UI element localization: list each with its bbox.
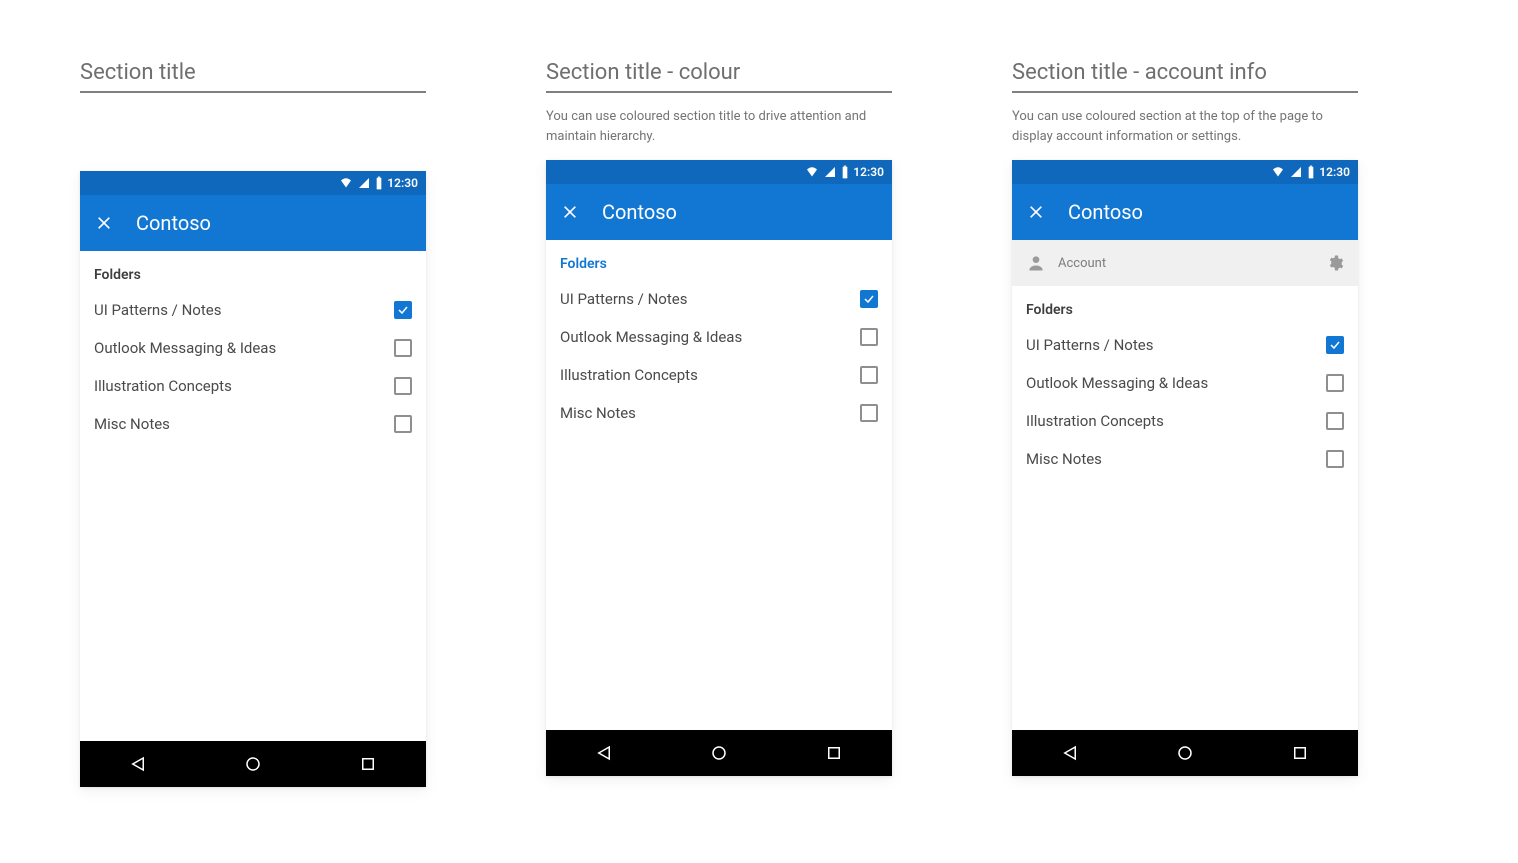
account-row[interactable]: Account bbox=[1012, 240, 1358, 286]
battery-icon bbox=[1307, 165, 1315, 179]
checkbox[interactable] bbox=[860, 290, 878, 308]
nav-home-icon[interactable] bbox=[710, 744, 728, 762]
checkbox[interactable] bbox=[394, 377, 412, 395]
folder-label: Outlook Messaging & Ideas bbox=[1026, 374, 1208, 392]
phone-body: Folders UI Patterns / Notes Outlook Mess… bbox=[546, 240, 892, 730]
status-time: 12:30 bbox=[1319, 165, 1350, 179]
section-header: Folders bbox=[80, 251, 426, 291]
folder-item[interactable]: UI Patterns / Notes bbox=[1012, 326, 1358, 364]
nav-home-icon[interactable] bbox=[1176, 744, 1194, 762]
signal-icon bbox=[1289, 166, 1303, 178]
app-bar: Contoso bbox=[1012, 184, 1358, 240]
close-icon[interactable] bbox=[562, 204, 578, 220]
android-navbar bbox=[546, 730, 892, 776]
folder-item[interactable]: Illustration Concepts bbox=[546, 356, 892, 394]
checkbox[interactable] bbox=[1326, 412, 1344, 430]
phone-mockup: 12:30 Contoso Folders UI Patterns / Note… bbox=[80, 171, 426, 787]
checkbox[interactable] bbox=[394, 339, 412, 357]
battery-icon bbox=[841, 165, 849, 179]
nav-home-icon[interactable] bbox=[244, 755, 262, 773]
checkbox[interactable] bbox=[394, 415, 412, 433]
folder-label: Misc Notes bbox=[94, 415, 170, 433]
app-bar: Contoso bbox=[80, 195, 426, 251]
folder-item[interactable]: Illustration Concepts bbox=[1012, 402, 1358, 440]
checkbox[interactable] bbox=[1326, 374, 1344, 392]
folder-label: Outlook Messaging & Ideas bbox=[94, 339, 276, 357]
app-bar: Contoso bbox=[546, 184, 892, 240]
wifi-icon bbox=[339, 177, 353, 189]
phone-body: Account Folders UI Patterns / Notes Outl… bbox=[1012, 240, 1358, 730]
person-icon bbox=[1026, 253, 1046, 273]
wifi-icon bbox=[1271, 166, 1285, 178]
app-title: Contoso bbox=[136, 211, 211, 235]
column-description: You can use coloured section at the top … bbox=[1012, 107, 1358, 146]
folder-label: Misc Notes bbox=[560, 404, 636, 422]
folder-label: Illustration Concepts bbox=[1026, 412, 1164, 430]
column-heading: Section title - colour bbox=[546, 60, 892, 93]
checkbox[interactable] bbox=[394, 301, 412, 319]
folder-item[interactable]: Outlook Messaging & Ideas bbox=[1012, 364, 1358, 402]
checkbox[interactable] bbox=[1326, 336, 1344, 354]
nav-recent-icon[interactable] bbox=[359, 755, 377, 773]
android-navbar bbox=[1012, 730, 1358, 776]
checkbox[interactable] bbox=[860, 328, 878, 346]
app-title: Contoso bbox=[1068, 200, 1143, 224]
nav-recent-icon[interactable] bbox=[1291, 744, 1309, 762]
nav-back-icon[interactable] bbox=[129, 755, 147, 773]
folder-label: Illustration Concepts bbox=[560, 366, 698, 384]
checkbox[interactable] bbox=[1326, 450, 1344, 468]
app-title: Contoso bbox=[602, 200, 677, 224]
status-time: 12:30 bbox=[387, 176, 418, 190]
folder-item[interactable]: Illustration Concepts bbox=[80, 367, 426, 405]
column-heading: Section title - account info bbox=[1012, 60, 1358, 93]
folder-item[interactable]: Misc Notes bbox=[546, 394, 892, 432]
nav-back-icon[interactable] bbox=[1061, 744, 1079, 762]
folder-item[interactable]: Outlook Messaging & Ideas bbox=[80, 329, 426, 367]
folder-item[interactable]: UI Patterns / Notes bbox=[546, 280, 892, 318]
close-icon[interactable] bbox=[96, 215, 112, 231]
status-bar: 12:30 bbox=[80, 171, 426, 195]
battery-icon bbox=[375, 176, 383, 190]
folder-item[interactable]: Misc Notes bbox=[80, 405, 426, 443]
section-header: Folders bbox=[546, 240, 892, 280]
folder-item[interactable]: UI Patterns / Notes bbox=[80, 291, 426, 329]
folder-item[interactable]: Outlook Messaging & Ideas bbox=[546, 318, 892, 356]
folder-label: UI Patterns / Notes bbox=[560, 290, 687, 308]
status-bar: 12:30 bbox=[546, 160, 892, 184]
wifi-icon bbox=[805, 166, 819, 178]
close-icon[interactable] bbox=[1028, 204, 1044, 220]
gear-icon[interactable] bbox=[1326, 254, 1344, 272]
folder-item[interactable]: Misc Notes bbox=[1012, 440, 1358, 478]
phone-mockup: 12:30 Contoso Folders UI Patterns / Note… bbox=[546, 160, 892, 776]
nav-back-icon[interactable] bbox=[595, 744, 613, 762]
status-bar: 12:30 bbox=[1012, 160, 1358, 184]
column-heading: Section title bbox=[80, 60, 426, 93]
signal-icon bbox=[357, 177, 371, 189]
folder-label: Illustration Concepts bbox=[94, 377, 232, 395]
signal-icon bbox=[823, 166, 837, 178]
folder-label: UI Patterns / Notes bbox=[1026, 336, 1153, 354]
folder-label: Misc Notes bbox=[1026, 450, 1102, 468]
column-description: You can use coloured section title to dr… bbox=[546, 107, 892, 146]
phone-body: Folders UI Patterns / Notes Outlook Mess… bbox=[80, 251, 426, 741]
checkbox[interactable] bbox=[860, 366, 878, 384]
folder-label: UI Patterns / Notes bbox=[94, 301, 221, 319]
folder-label: Outlook Messaging & Ideas bbox=[560, 328, 742, 346]
section-header: Folders bbox=[1012, 286, 1358, 326]
android-navbar bbox=[80, 741, 426, 787]
account-label: Account bbox=[1058, 256, 1106, 271]
nav-recent-icon[interactable] bbox=[825, 744, 843, 762]
status-time: 12:30 bbox=[853, 165, 884, 179]
phone-mockup: 12:30 Contoso Account Folders UI Pattern… bbox=[1012, 160, 1358, 776]
checkbox[interactable] bbox=[860, 404, 878, 422]
